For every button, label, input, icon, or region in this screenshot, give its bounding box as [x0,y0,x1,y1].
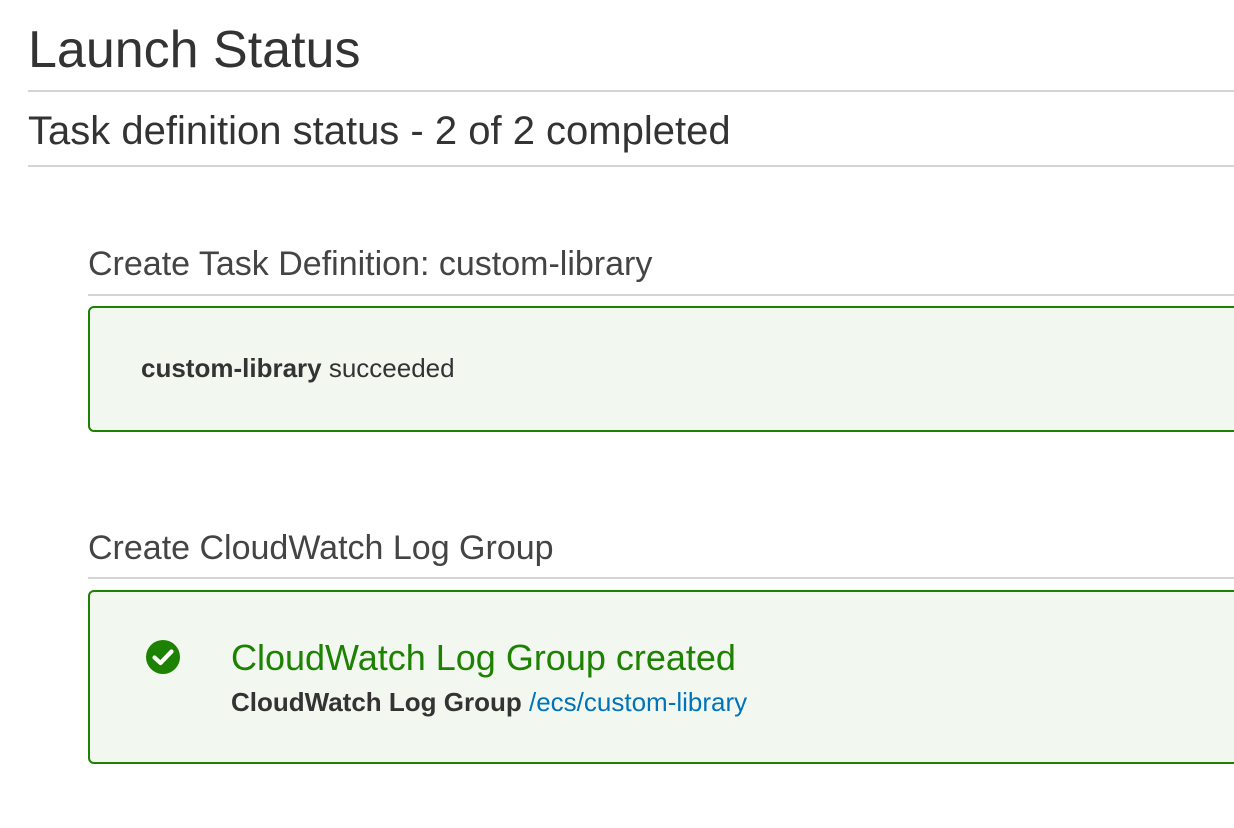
status-summary: Task definition status - 2 of 2 complete… [28,109,731,153]
page-title: Launch Status [28,21,361,79]
log-group-status-alert: CloudWatch Log Group created CloudWatch … [88,590,1234,764]
log-group-detail: CloudWatch Log Group /ecs/custom-library [231,686,747,718]
section-divider-task-definition [88,294,1234,296]
section-heading-task-definition: Create Task Definition: custom-library [88,245,653,283]
task-definition-status-alert: custom-library succeeded [88,306,1234,432]
section-divider-log-group [88,577,1234,579]
task-definition-status-message: custom-library succeeded [141,352,455,384]
subtitle-divider [28,165,1234,167]
log-group-label: CloudWatch Log Group [231,687,522,717]
log-group-status-title: CloudWatch Log Group created [231,637,736,678]
title-divider [28,90,1234,92]
task-definition-result: succeeded [321,353,455,383]
check-circle-icon [146,640,180,674]
log-group-link[interactable]: /ecs/custom-library [529,687,747,717]
launch-status-page: Launch Status Task definition status - 2… [0,0,1234,828]
task-definition-name: custom-library [141,353,322,383]
section-heading-log-group: Create CloudWatch Log Group [88,529,554,567]
